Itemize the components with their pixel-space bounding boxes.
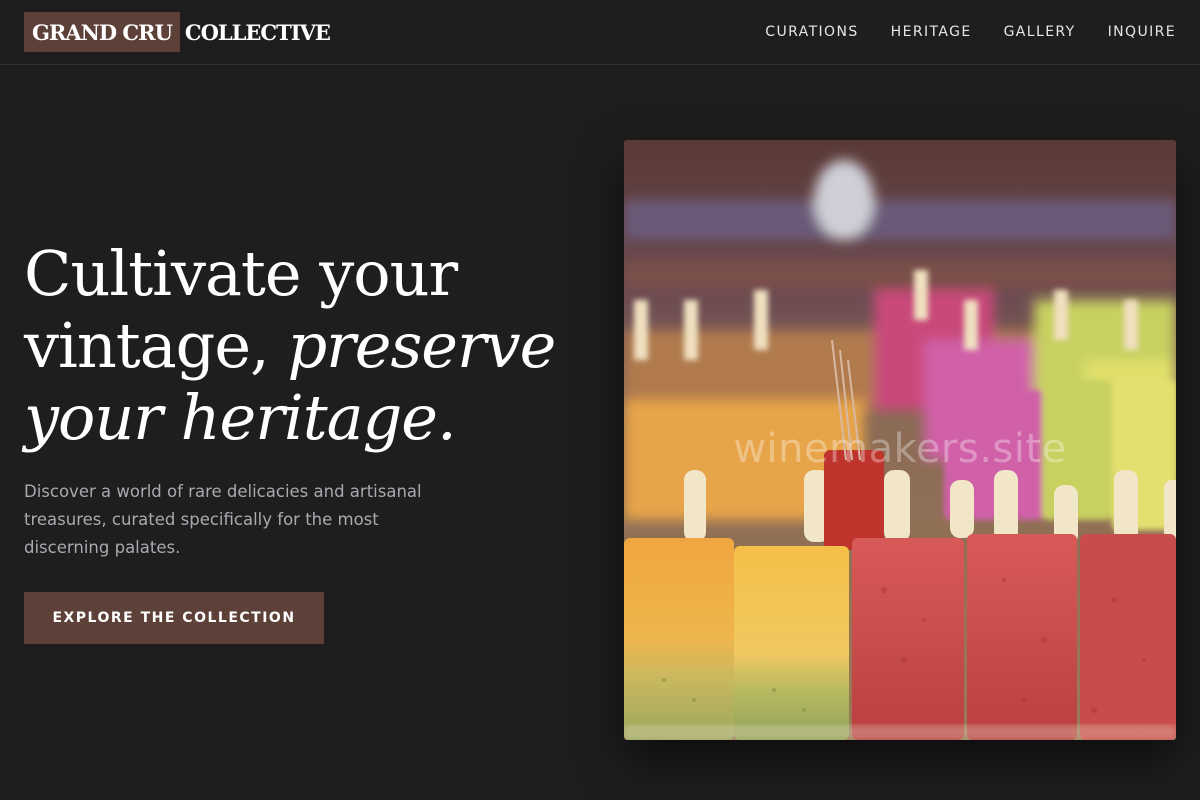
site-header: GRAND CRU COLLECTIVE CURATIONS HERITAGE … (0, 0, 1200, 65)
nav-item-inquire[interactable]: INQUIRE (1108, 24, 1176, 40)
main-nav: CURATIONS HERITAGE GALLERY INQUIRE (765, 0, 1176, 64)
brand-logo-text: COLLECTIVE (184, 19, 331, 45)
hero-title-line-1: Cultivate your (24, 237, 458, 310)
nav-item-gallery[interactable]: GALLERY (1004, 24, 1076, 40)
nav-item-curations[interactable]: CURATIONS (765, 24, 858, 40)
nav-item-heritage[interactable]: HERITAGE (891, 24, 972, 40)
hero-description: Discover a world of rare delicacies and … (24, 482, 422, 557)
hero-title: Cultivate your vintage, preserve your he… (24, 238, 594, 454)
explore-collection-button[interactable]: EXPLORE THE COLLECTION (24, 592, 324, 644)
brand-logo-highlight: GRAND CRU (24, 12, 180, 52)
hero-title-line-3: your heritage. (24, 381, 457, 454)
hero-title-line-2: vintage, preserve (24, 310, 594, 382)
hero-title-italic: preserve (287, 309, 556, 382)
image-watermark: winemakers.site (733, 426, 1067, 472)
hero-title-plain: vintage, (24, 309, 288, 382)
brand-logo[interactable]: GRAND CRU COLLECTIVE (24, 12, 331, 52)
hero-image-popsicles: winemakers.site (624, 140, 1176, 740)
